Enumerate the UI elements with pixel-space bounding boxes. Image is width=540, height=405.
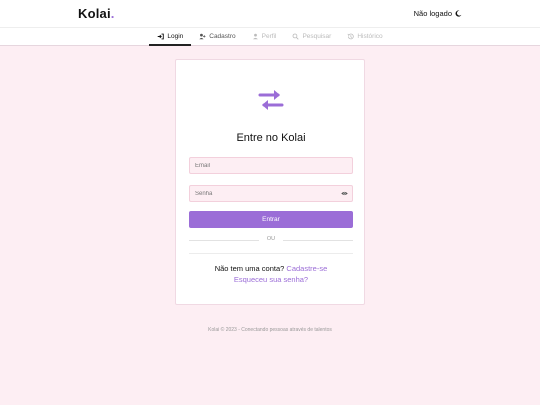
- tab-historico-label: Histórico: [357, 33, 383, 40]
- submit-login-button[interactable]: Entrar: [189, 211, 353, 228]
- signup-prompt: Não tem uma conta?: [214, 264, 285, 273]
- forgot-row: Esqueceu sua senha?: [176, 275, 366, 284]
- user-icon: [252, 33, 258, 40]
- tab-historico: Histórico: [339, 28, 390, 45]
- login-card: Entre no Kolai Entrar OU Não tem uma con…: [175, 59, 365, 305]
- main-nav: Login Cadastro Perfil Pesquisar Históric…: [0, 27, 540, 46]
- brand-dot: .: [110, 6, 115, 21]
- signup-row: Não tem uma conta? Cadastre-se: [176, 264, 366, 273]
- forgot-password-link[interactable]: Esqueceu sua senha?: [234, 275, 308, 284]
- tab-cadastro[interactable]: Cadastro: [191, 28, 243, 45]
- tab-pesquisar: Pesquisar: [284, 28, 339, 45]
- page-title: Entre no Kolai: [236, 132, 306, 144]
- tab-cadastro-label: Cadastro: [209, 33, 236, 40]
- email-input[interactable]: [189, 157, 353, 174]
- moon-icon[interactable]: [455, 10, 462, 17]
- footer-text: Kolai © 2023 - Conectando pessoas atravé…: [208, 327, 332, 333]
- top-header: Kolai. Não logado: [0, 0, 540, 27]
- brand-logo[interactable]: Kolai.: [78, 6, 115, 21]
- tab-perfil: Perfil: [244, 28, 285, 45]
- user-plus-icon: [199, 33, 206, 40]
- search-icon: [293, 33, 300, 40]
- login-status-text: Não logado: [413, 9, 452, 18]
- tab-login-label: Login: [167, 33, 184, 40]
- signup-link[interactable]: Cadastre-se: [286, 264, 327, 273]
- eye-icon[interactable]: [341, 191, 348, 196]
- swap-arrows-icon: [258, 90, 284, 110]
- brand-name: Kolai: [78, 6, 111, 21]
- login-icon: [158, 33, 165, 40]
- or-divider: OU: [189, 236, 353, 244]
- tab-perfil-label: Perfil: [261, 33, 277, 40]
- history-icon: [347, 33, 355, 40]
- tab-pesquisar-label: Pesquisar: [302, 33, 332, 40]
- divider-line-right: [283, 240, 353, 241]
- separator-line: [189, 253, 353, 254]
- login-status: Não logado: [414, 9, 462, 18]
- password-input[interactable]: [189, 185, 353, 202]
- or-text: OU: [266, 236, 276, 242]
- tab-login[interactable]: Login: [149, 28, 192, 46]
